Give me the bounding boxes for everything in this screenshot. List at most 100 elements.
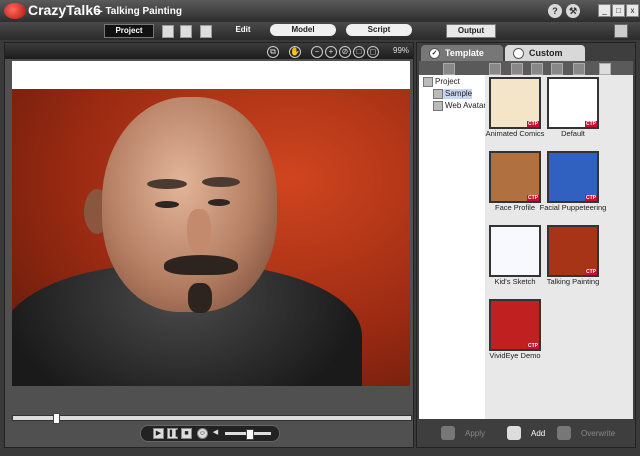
window-title: -- Talking Painting [96, 6, 182, 17]
title-bar: CrazyTalk6 -- Talking Painting ? ⚒ _ □ x [0, 0, 640, 22]
tree-item-sample[interactable]: Sample [433, 89, 473, 99]
new-file-icon[interactable] [162, 25, 174, 38]
copy-icon[interactable] [511, 63, 523, 75]
viewer-panel: ⧉ ✋ − + ⊘ □ ◻ 99% ▶ ❚❚ ■ ☺ ◀ [4, 42, 414, 448]
fit-icon[interactable]: ⧉ [267, 46, 279, 58]
tab-edit[interactable]: Edit [222, 24, 264, 36]
tab-template-label: Template [445, 48, 484, 58]
play-icon[interactable]: ▶ [153, 428, 164, 439]
tree-item-label: Web Avatar [445, 101, 487, 111]
folder-icon [423, 77, 433, 87]
output-button[interactable]: Output [446, 24, 496, 38]
viewer-stage[interactable] [12, 61, 410, 386]
tree-item-label: Sample [445, 89, 473, 99]
tree-item-web-avatar[interactable]: Web Avatar [433, 101, 486, 111]
talking-painting-portrait[interactable] [12, 89, 410, 386]
face [102, 97, 277, 312]
template-panel: ✓ Template Custom Project Sample Web Ava… [416, 42, 636, 448]
frame-icon[interactable]: □ [353, 46, 365, 58]
overwrite-label: Overwrite [581, 429, 616, 438]
template-thumbnail [489, 225, 541, 277]
template-thumbnail: CTP [489, 151, 541, 203]
no-zoom-icon[interactable]: ⊘ [339, 46, 351, 58]
zoom-in-icon[interactable]: + [325, 46, 337, 58]
zoom-level: 99% [393, 46, 410, 55]
timeline-scrubber[interactable] [12, 413, 412, 424]
close-button[interactable]: x [626, 4, 639, 17]
template-tree: Project Sample Web Avatar [419, 75, 486, 419]
face-icon[interactable]: ☺ [197, 428, 208, 439]
hand-icon[interactable]: ✋ [289, 46, 301, 58]
template-vivideye-demo[interactable]: CTP VividEye Demo [489, 299, 541, 367]
template-default[interactable]: CTP Default [547, 77, 599, 145]
paste-icon[interactable] [531, 63, 543, 75]
tree-item-project[interactable]: Project [423, 77, 460, 87]
template-thumbnail: CTP [489, 77, 541, 129]
tab-custom-label: Custom [529, 48, 563, 58]
delete-icon[interactable] [573, 63, 585, 75]
minimize-button[interactable]: _ [598, 4, 611, 17]
ctp-badge: CTP [585, 195, 597, 201]
zoom-out-icon[interactable]: − [311, 46, 323, 58]
template-facial-puppeteering[interactable]: CTP Facial Puppeteering [540, 151, 606, 219]
template-grid: CTP Animated Comics CTP Default CTP Face… [485, 75, 633, 419]
goatee [188, 283, 212, 313]
right-eye [208, 199, 230, 206]
template-face-profile[interactable]: CTP Face Profile [489, 151, 541, 219]
rename-icon[interactable] [551, 63, 563, 75]
template-thumbnail: CTP [547, 77, 599, 129]
template-toolbar [419, 61, 633, 75]
help-button[interactable]: ? [548, 4, 562, 18]
template-talking-painting[interactable]: CTP Talking Painting [547, 225, 599, 293]
ctp-badge: CTP [527, 343, 539, 349]
open-folder-icon[interactable] [180, 25, 192, 38]
viewer-toolbar: ⧉ ✋ − + ⊘ □ ◻ 99% [5, 43, 413, 59]
template-label: Facial Puppeteering [539, 203, 607, 212]
save-icon[interactable] [200, 25, 212, 38]
template-thumbnail: CTP [489, 299, 541, 351]
right-eyebrow [202, 177, 240, 187]
template-actions: Apply Add Overwrite [419, 423, 633, 443]
add-label: Add [531, 429, 546, 438]
tree-item-label: Project [435, 77, 460, 87]
actual-size-icon[interactable]: ◻ [367, 46, 379, 58]
pause-icon[interactable]: ❚❚ [167, 428, 180, 439]
template-label: Talking Painting [546, 277, 600, 286]
check-icon: ✓ [429, 48, 440, 59]
ctp-badge: CTP [585, 121, 597, 127]
app-logo-text: CrazyTalk6 [28, 2, 101, 18]
mustache [164, 255, 238, 275]
new-template-icon[interactable] [489, 63, 501, 75]
folder-icon [433, 101, 443, 111]
ctp-badge: CTP [527, 121, 539, 127]
tab-custom[interactable]: Custom [505, 45, 585, 61]
main-toolbar: Project Edit Model Script Output [0, 22, 640, 40]
cube-icon[interactable] [614, 24, 628, 38]
volume-handle[interactable] [245, 429, 254, 440]
nose [187, 209, 211, 255]
apply-icon [441, 426, 455, 440]
tab-model[interactable]: Model [270, 24, 336, 36]
left-eyebrow [147, 179, 187, 189]
template-kids-sketch[interactable]: Kid's Sketch [489, 225, 541, 293]
stop-icon[interactable]: ■ [181, 428, 192, 439]
tools-icon[interactable]: ⚒ [566, 4, 580, 18]
folder-icon [433, 89, 443, 99]
template-label: VividEye Demo [489, 351, 541, 360]
maximize-button[interactable]: □ [612, 4, 625, 17]
view-icon[interactable] [599, 63, 611, 75]
playback-bar: ▶ ❚❚ ■ ☺ ◀ [140, 425, 280, 442]
template-label: Default [561, 129, 585, 138]
template-thumbnail: CTP [547, 151, 599, 203]
tab-template[interactable]: ✓ Template [421, 45, 503, 61]
overwrite-icon [557, 426, 571, 440]
tab-script[interactable]: Script [346, 24, 412, 36]
add-icon [507, 426, 521, 440]
folder-icon[interactable] [443, 63, 455, 75]
apply-label: Apply [465, 429, 486, 438]
circle-icon [513, 48, 524, 59]
project-button[interactable]: Project [104, 24, 154, 38]
template-animated-comics[interactable]: CTP Animated Comics [486, 77, 544, 145]
crazytalk-logo-icon [4, 3, 26, 19]
timeline-handle[interactable] [52, 413, 60, 424]
